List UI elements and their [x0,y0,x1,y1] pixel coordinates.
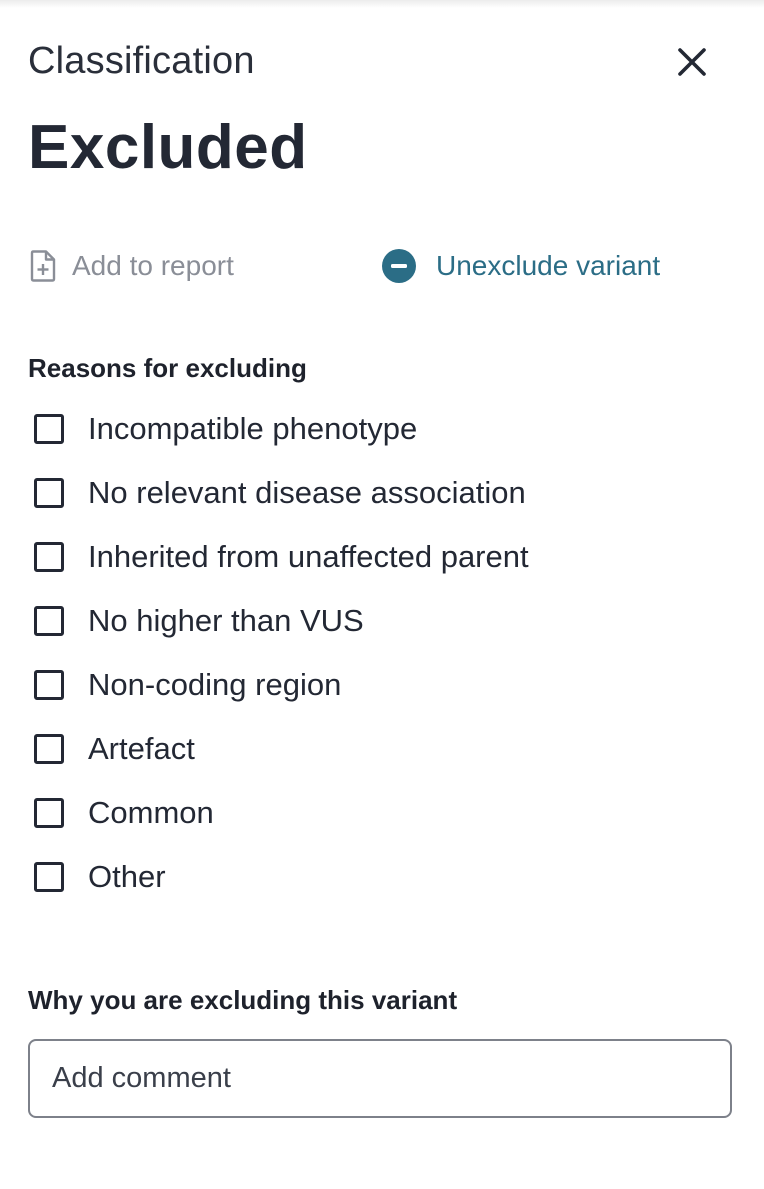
reasons-heading: Reasons for excluding [28,353,307,383]
reason-label: No higher than VUS [88,603,364,638]
panel-kicker: Classification [28,40,255,82]
reason-label: No relevant disease association [88,475,526,510]
minus-circle-icon [382,249,416,283]
reasons-checkbox-list: Incompatible phenotype No relevant disea… [34,397,734,909]
add-to-report-label: Add to report [72,250,234,281]
close-icon [678,48,706,76]
reason-label: Other [88,859,166,894]
page-title: Excluded [28,113,308,182]
reason-label: Inherited from unaffected parent [88,539,529,574]
checkbox[interactable] [34,478,64,508]
checkbox[interactable] [34,542,64,572]
add-to-report-button[interactable]: Add to report [30,244,234,288]
reason-no-relevant-disease-association[interactable]: No relevant disease association [34,461,734,525]
reason-common[interactable]: Common [34,781,734,845]
reason-label: Artefact [88,731,195,766]
unexclude-variant-label: Unexclude variant [436,250,661,281]
checkbox[interactable] [34,670,64,700]
unexclude-variant-button[interactable]: Unexclude variant [382,244,660,288]
comment-heading: Why you are excluding this variant [28,985,458,1015]
comment-input[interactable] [28,1039,732,1118]
reason-artefact[interactable]: Artefact [34,717,734,781]
reason-label: Incompatible phenotype [88,411,418,446]
checkbox[interactable] [34,798,64,828]
reason-inherited-from-unaffected-parent[interactable]: Inherited from unaffected parent [34,525,734,589]
reason-other[interactable]: Other [34,845,734,909]
reason-non-coding-region[interactable]: Non-coding region [34,653,734,717]
checkbox[interactable] [34,862,64,892]
reason-label: Common [88,795,214,830]
close-button[interactable] [668,38,716,86]
reason-no-higher-than-vus[interactable]: No higher than VUS [34,589,734,653]
classification-panel: Classification Excluded Add to report Un… [0,0,764,1189]
file-plus-icon [30,250,56,282]
checkbox[interactable] [34,414,64,444]
reason-label: Non-coding region [88,667,342,702]
checkbox[interactable] [34,606,64,636]
reason-incompatible-phenotype[interactable]: Incompatible phenotype [34,397,734,461]
checkbox[interactable] [34,734,64,764]
